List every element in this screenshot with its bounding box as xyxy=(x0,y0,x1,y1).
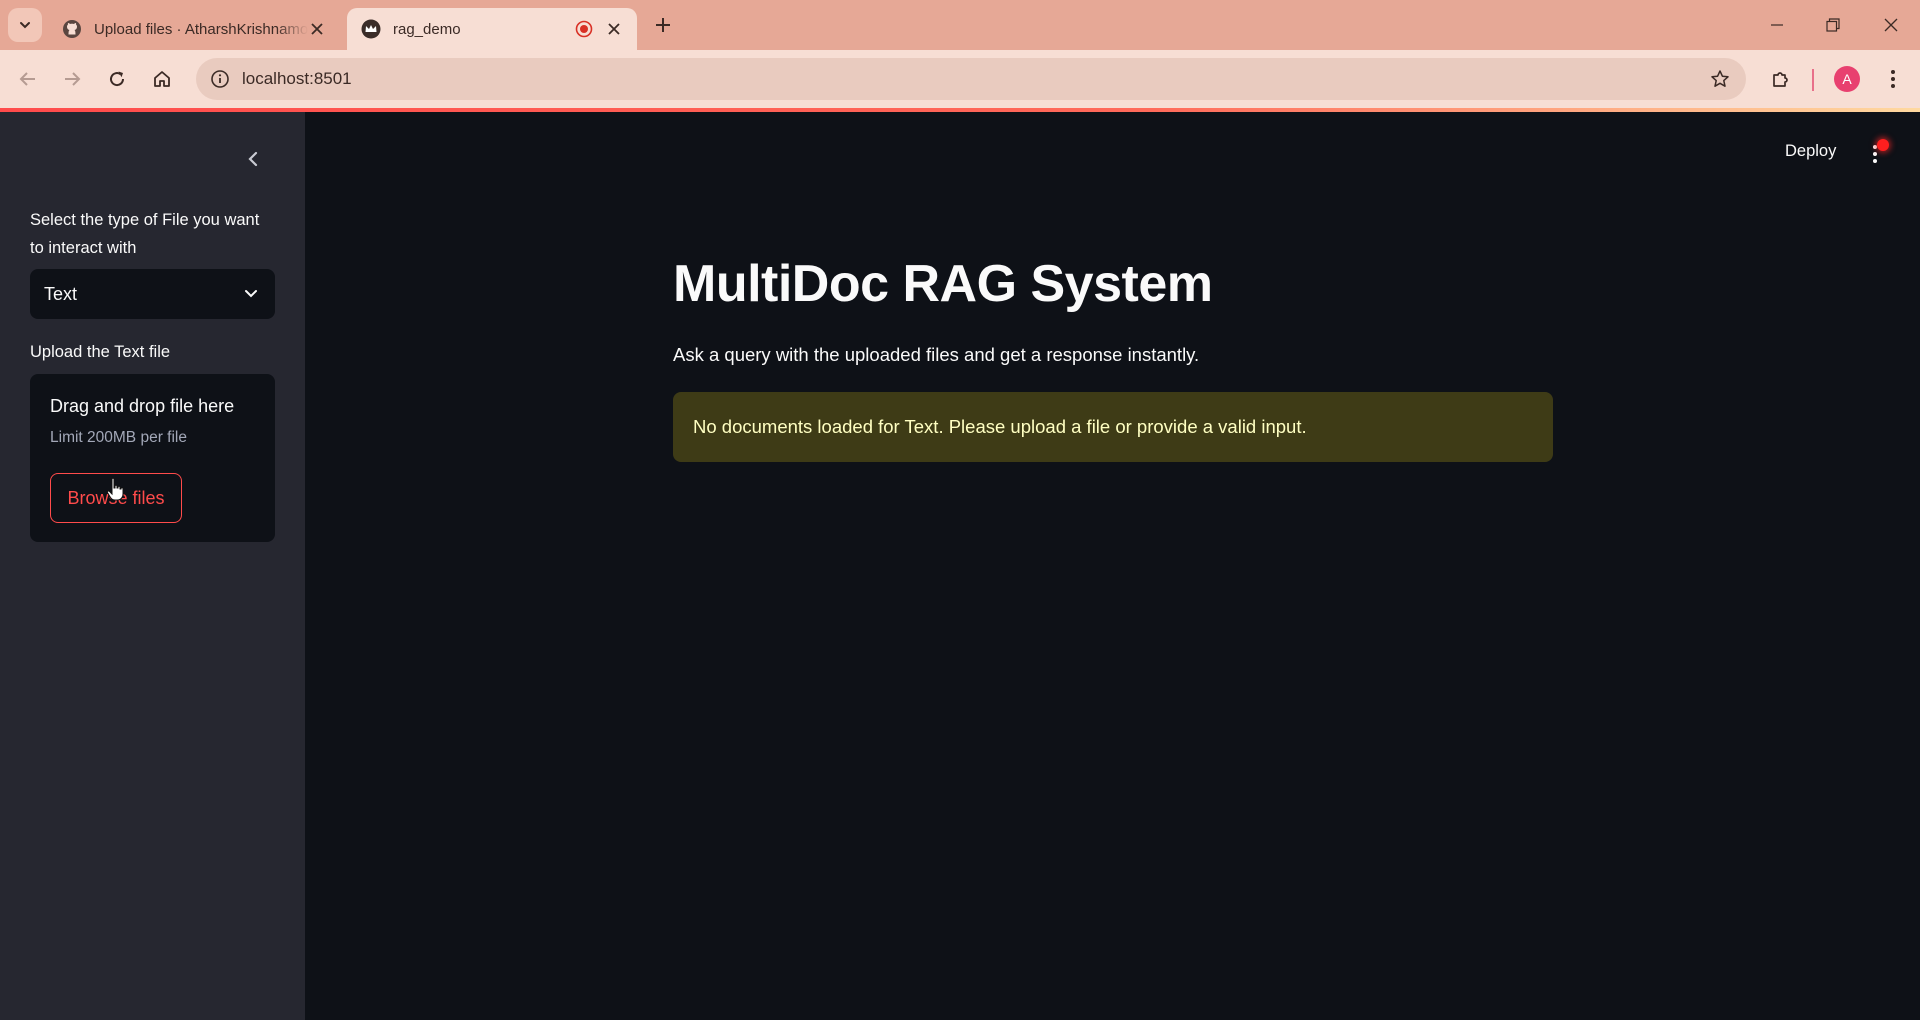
page-title: MultiDoc RAG System xyxy=(673,255,1213,313)
bookmark-star-icon[interactable] xyxy=(1708,67,1732,91)
more-vert-icon xyxy=(1891,70,1895,88)
close-tab-icon[interactable] xyxy=(605,20,623,38)
url-text: localhost:8501 xyxy=(242,69,352,88)
browser-tab-rag-demo[interactable]: rag_demo xyxy=(347,8,637,50)
notification-dot xyxy=(1877,139,1889,151)
hand-cursor-icon xyxy=(106,477,124,501)
chevron-left-icon xyxy=(248,151,258,167)
browser-menu-button[interactable] xyxy=(1878,64,1908,94)
restore-icon xyxy=(1826,18,1840,32)
chevron-down-icon xyxy=(20,22,30,29)
site-info-icon[interactable] xyxy=(208,67,232,91)
reload-button[interactable] xyxy=(102,64,132,94)
address-bar[interactable]: localhost:8501 xyxy=(196,58,1746,100)
browser-toolbar: localhost:8501 A xyxy=(0,50,1920,108)
dropzone-limit: Limit 200MB per file xyxy=(50,429,187,446)
file-dropzone[interactable]: Drag and drop file here Limit 200MB per … xyxy=(30,374,275,542)
close-window-button[interactable] xyxy=(1876,10,1906,40)
browser-tab-github[interactable]: Upload files · AtharshKrishnamoorthy xyxy=(48,8,340,50)
deploy-button[interactable]: Deploy xyxy=(1785,142,1836,161)
puzzle-icon xyxy=(1773,72,1788,87)
file-type-select[interactable]: Text xyxy=(30,269,275,319)
page-subtitle: Ask a query with the uploaded files and … xyxy=(673,344,1200,365)
tab-search-button[interactable] xyxy=(8,8,42,42)
toolbar-separator xyxy=(1812,69,1814,91)
home-button[interactable] xyxy=(147,64,177,94)
github-icon xyxy=(62,19,82,39)
extensions-button[interactable] xyxy=(1766,64,1796,94)
back-button[interactable] xyxy=(13,64,43,94)
file-type-label: Select the type of File you want to inte… xyxy=(30,211,260,257)
chevron-down-icon xyxy=(241,284,261,304)
arrow-right-icon xyxy=(65,72,81,86)
alert-message: No documents loaded for Text. Please upl… xyxy=(693,416,1307,437)
collapse-sidebar-button[interactable] xyxy=(238,144,268,174)
warning-alert: No documents loaded for Text. Please upl… xyxy=(673,392,1553,462)
close-icon xyxy=(1884,18,1898,32)
plus-icon xyxy=(656,18,670,32)
streamlit-crown-icon xyxy=(361,19,381,39)
dropzone-title: Drag and drop file here xyxy=(50,396,235,416)
tab-title: Upload files · AtharshKrishnamoorthy xyxy=(94,20,308,38)
recording-icon xyxy=(575,20,593,38)
reload-icon xyxy=(110,71,125,87)
select-value: Text xyxy=(44,283,78,304)
minimize-button[interactable] xyxy=(1762,10,1792,40)
main-content: Deploy MultiDoc RAG System Ask a query w… xyxy=(305,112,1920,1020)
minimize-icon xyxy=(1771,24,1783,26)
profile-button[interactable]: A xyxy=(1832,64,1862,94)
restore-button[interactable] xyxy=(1818,10,1848,40)
home-icon xyxy=(154,71,170,87)
new-tab-button[interactable] xyxy=(650,12,676,38)
upload-label: Upload the Text file xyxy=(30,343,171,361)
avatar: A xyxy=(1834,66,1860,92)
sidebar: Select the type of File you want to inte… xyxy=(0,112,305,1020)
forward-button[interactable] xyxy=(57,64,87,94)
close-tab-icon[interactable] xyxy=(308,20,326,38)
tab-title: rag_demo xyxy=(393,20,461,38)
browser-tab-strip: Upload files · AtharshKrishnamoorthy rag… xyxy=(0,0,1920,50)
arrow-left-icon xyxy=(19,72,35,86)
